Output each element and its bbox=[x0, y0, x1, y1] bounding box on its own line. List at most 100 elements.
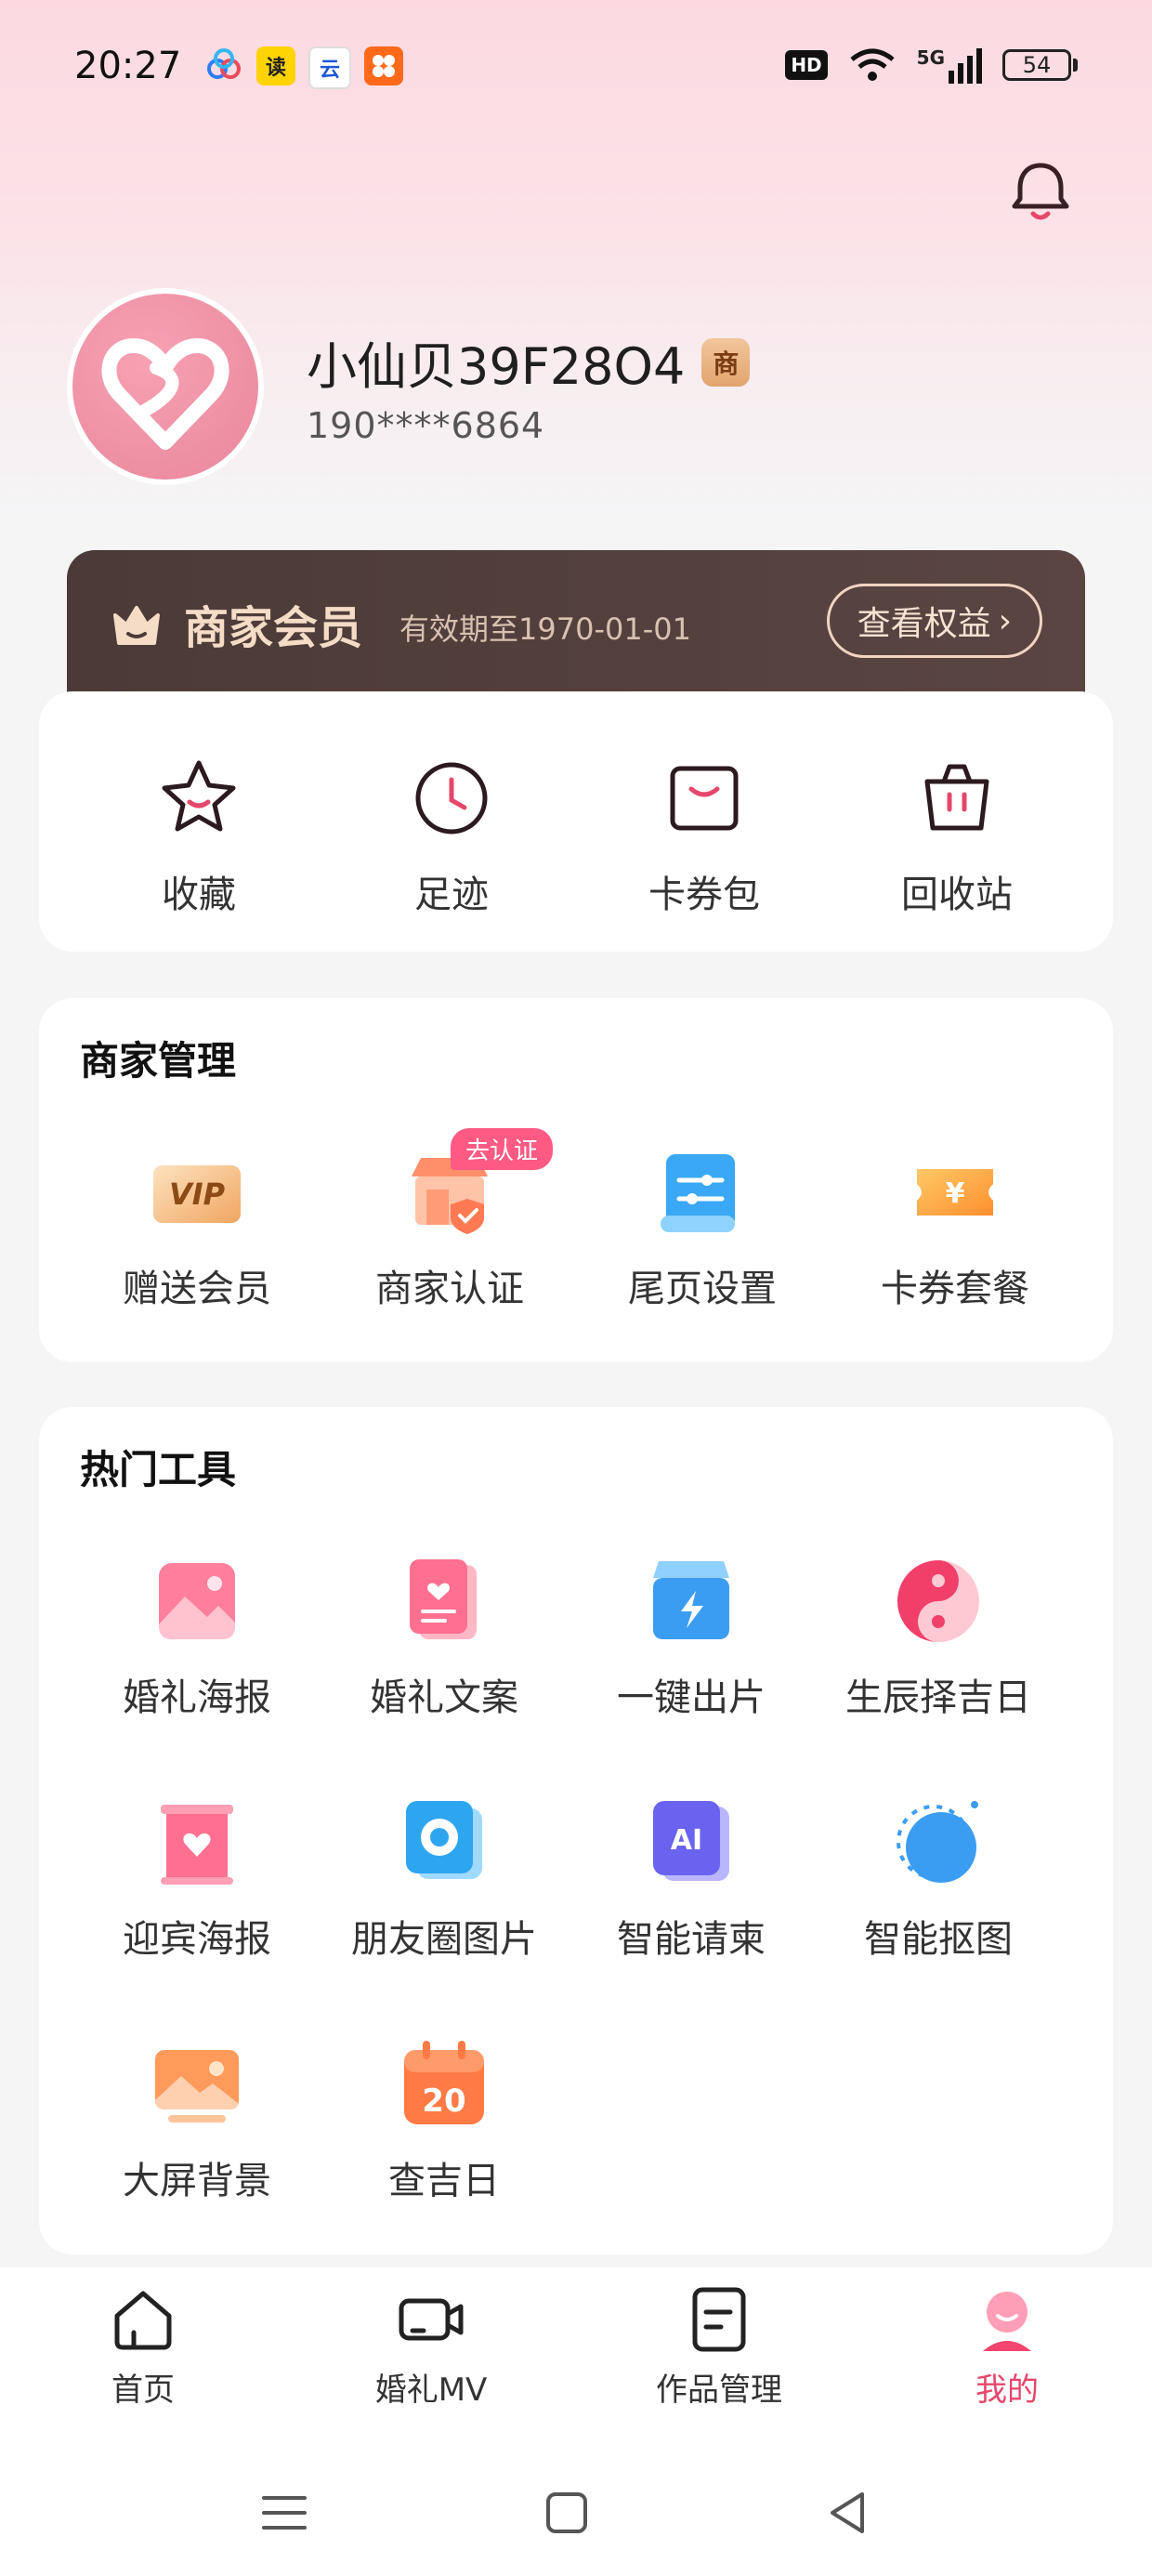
merchant-section-title: 商家管理 bbox=[80, 1038, 237, 1084]
tool-moments-images[interactable]: 朋友圈图片 bbox=[333, 1792, 556, 1963]
merchant-item-label: 赠送会员 bbox=[123, 1268, 271, 1310]
system-status: HD 5G 54 bbox=[785, 46, 1078, 84]
tab-home[interactable]: 首页 bbox=[32, 2284, 255, 2410]
signal-strength: 5G bbox=[917, 46, 982, 84]
home-square-icon[interactable] bbox=[539, 2485, 595, 2541]
signal-bar bbox=[958, 63, 963, 84]
screen-background-icon bbox=[155, 2050, 239, 2123]
svg-text:¥: ¥ bbox=[946, 1177, 965, 1210]
network-type: 5G bbox=[916, 46, 945, 69]
menu-icon[interactable] bbox=[256, 2485, 312, 2541]
tool-smart-invitation[interactable]: AI 智能请柬 bbox=[580, 1792, 803, 1963]
tool-label: 朋友圈图片 bbox=[351, 1918, 537, 1961]
profile-icon bbox=[983, 2292, 1031, 2351]
signal-bar bbox=[967, 56, 973, 84]
tab-label: 首页 bbox=[111, 2372, 175, 2409]
star-icon bbox=[162, 760, 236, 832]
signal-bar bbox=[949, 71, 954, 84]
trash-basket-icon bbox=[924, 764, 989, 831]
tool-smart-cutout[interactable]: 智能抠图 bbox=[827, 1792, 1050, 1963]
merchant-item-tail-page[interactable]: 尾页设置 bbox=[591, 1141, 814, 1312]
one-click-video-icon bbox=[653, 1561, 729, 1639]
tools-section-title: 热门工具 bbox=[80, 1447, 237, 1492]
wedding-poster-icon bbox=[159, 1563, 235, 1639]
heart-logo-icon bbox=[101, 338, 229, 450]
view-benefits-label: 查看权益 bbox=[857, 605, 991, 643]
merchant-item-coupon-package[interactable]: ¥ 卡券套餐 bbox=[844, 1141, 1067, 1312]
tool-label: 一键出片 bbox=[617, 1676, 766, 1719]
yin-yang-icon bbox=[897, 1560, 979, 1642]
tool-label: 婚礼海报 bbox=[123, 1676, 271, 1719]
calendar-day-number: 20 bbox=[422, 2083, 465, 2120]
calendar-icon: 20 bbox=[404, 2041, 484, 2124]
quick-action-recycle-bin[interactable]: 回收站 bbox=[845, 747, 1068, 918]
tool-label: 智能请柬 bbox=[617, 1918, 766, 1961]
document-icon bbox=[692, 2287, 746, 2352]
certify-badge: 去认证 bbox=[451, 1128, 554, 1170]
vip-card-icon: VIP bbox=[153, 1165, 241, 1223]
bell-icon bbox=[1012, 163, 1069, 220]
quick-action-label: 卡券包 bbox=[648, 874, 760, 916]
quick-action-coupons[interactable]: 卡券包 bbox=[593, 747, 816, 918]
merchant-management-card: 商家管理 VIP 赠送会员 去认证 商家认证 尾页设置 ¥ 卡券套餐 bbox=[39, 998, 1113, 1362]
crown-icon bbox=[113, 606, 160, 645]
merchant-badge: 商 bbox=[701, 337, 751, 387]
quick-action-history[interactable]: 足迹 bbox=[340, 747, 563, 918]
avatar[interactable] bbox=[67, 288, 264, 485]
vip-banner[interactable]: 商家会员 有效期至1970-01-01 查看权益 › bbox=[67, 550, 1085, 699]
reading-app-icon: 读 bbox=[256, 46, 295, 85]
vip-title: 商家会员 bbox=[184, 602, 363, 654]
hot-tools-card: 热门工具 婚礼海报 婚礼文案 一键出片 生辰择吉日 迎宾海报 朋友圈图片 AI … bbox=[39, 1407, 1113, 2254]
tool-wedding-poster[interactable]: 婚礼海报 bbox=[85, 1550, 308, 1721]
hd-badge: HD bbox=[785, 50, 828, 80]
quick-action-favorites[interactable]: 收藏 bbox=[87, 747, 310, 918]
username-row: 小仙贝39F28O4 商 bbox=[307, 325, 751, 399]
view-benefits-button[interactable]: 查看权益 › bbox=[826, 584, 1042, 658]
tool-welcome-poster[interactable]: 迎宾海报 bbox=[85, 1792, 308, 1963]
notification-bell-button[interactable] bbox=[1005, 156, 1076, 227]
svg-text:VIP: VIP bbox=[169, 1176, 226, 1212]
cloud-ai-icon: 云 bbox=[308, 46, 351, 89]
notification-icons: 读 云 bbox=[204, 46, 403, 89]
tool-label: 生辰择吉日 bbox=[845, 1676, 1031, 1719]
settings-scroll-icon bbox=[661, 1154, 735, 1232]
bottom-tab-bar: 首页 婚礼MV 作品管理 我的 bbox=[0, 2267, 1152, 2433]
coupon-wallet-icon bbox=[670, 766, 739, 831]
tab-wedding-mv[interactable]: 婚礼MV bbox=[320, 2284, 543, 2410]
tool-check-auspicious-day[interactable]: 20 查吉日 bbox=[333, 2033, 556, 2204]
yen-ticket-icon: ¥ bbox=[917, 1169, 993, 1216]
merchant-item-certification[interactable]: 去认证 商家认证 bbox=[338, 1128, 561, 1312]
tab-mine[interactable]: 我的 bbox=[896, 2284, 1119, 2410]
smart-cutout-icon bbox=[897, 1801, 978, 1883]
home-icon bbox=[114, 2291, 172, 2350]
quick-action-label: 足迹 bbox=[414, 874, 489, 916]
tab-label: 我的 bbox=[975, 2372, 1039, 2409]
merchant-item-label: 尾页设置 bbox=[628, 1268, 777, 1310]
merchant-item-gift-vip[interactable]: VIP 赠送会员 bbox=[85, 1141, 308, 1312]
status-bar: 20:27 读 云 HD 5G 54 bbox=[0, 0, 1152, 102]
tab-works-management[interactable]: 作品管理 bbox=[608, 2284, 831, 2410]
clock-icon bbox=[415, 762, 488, 835]
tab-label: 婚礼MV bbox=[374, 2372, 488, 2409]
ai-invitation-icon: AI bbox=[653, 1801, 729, 1881]
merchant-item-label: 商家认证 bbox=[375, 1268, 524, 1310]
chevron-right-icon: › bbox=[998, 601, 1012, 640]
phone-number: 190****6864 bbox=[307, 405, 545, 446]
tool-big-screen-background[interactable]: 大屏背景 bbox=[85, 2033, 308, 2204]
quick-actions-card: 收藏 足迹 卡券包 回收站 bbox=[39, 691, 1113, 952]
back-triangle-icon[interactable] bbox=[821, 2485, 877, 2541]
tool-label: 大屏背景 bbox=[123, 2160, 271, 2202]
shopping-app-icon bbox=[364, 46, 403, 85]
tool-birth-date-selection[interactable]: 生辰择吉日 bbox=[827, 1550, 1050, 1721]
vip-expiry: 有效期至1970-01-01 bbox=[399, 611, 691, 647]
tool-one-click-video[interactable]: 一键出片 bbox=[580, 1550, 803, 1721]
quick-action-label: 回收站 bbox=[901, 874, 1013, 916]
battery-level: 54 bbox=[1022, 52, 1052, 78]
merchant-item-label: 卡券套餐 bbox=[881, 1268, 1029, 1310]
tool-label: 智能抠图 bbox=[864, 1918, 1013, 1961]
status-time: 20:27 bbox=[74, 45, 182, 87]
system-navigation-bar bbox=[0, 2433, 1152, 2576]
wifi-icon bbox=[850, 48, 895, 81]
tool-wedding-copywriting[interactable]: 婚礼文案 bbox=[333, 1550, 556, 1721]
camera-aperture-icon bbox=[406, 1801, 482, 1879]
